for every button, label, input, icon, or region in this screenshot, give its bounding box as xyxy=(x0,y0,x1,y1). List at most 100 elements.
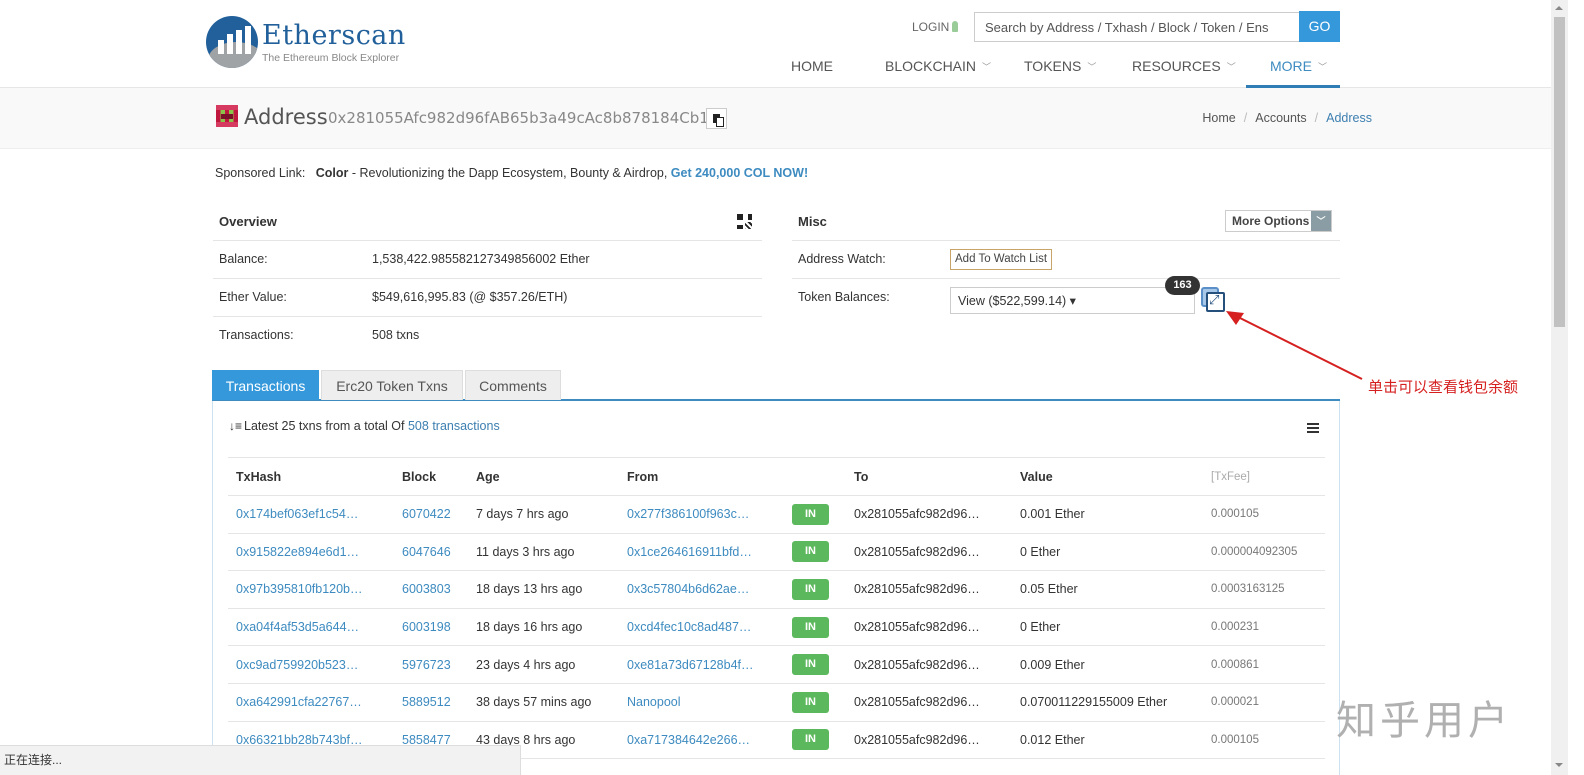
from-address-link-cell: 0x3c57804b6d62ae… xyxy=(619,570,784,609)
browser-status-bar: 正在连接... xyxy=(0,745,521,775)
from-address-link[interactable]: 0x277f386100f963c… xyxy=(627,507,749,521)
scroll-up-arrow-icon[interactable] xyxy=(1555,6,1563,10)
tx-hash-link[interactable]: 0xa04f4af53d5a644… xyxy=(236,620,359,634)
block-link-cell: 6047646 xyxy=(394,533,468,572)
hamburger-menu-icon[interactable] xyxy=(1307,423,1319,433)
block-link-cell: 5889512 xyxy=(394,683,468,722)
table-row: 0x97b395810fb120b… 6003803 18 days 13 hrs … xyxy=(228,570,1325,609)
from-address-link-cell: 0xcd4fec10c8ad487… xyxy=(619,608,784,647)
tx-age-cell: 38 days 57 mins ago xyxy=(468,683,619,722)
direction-badge-cell: IN xyxy=(784,721,846,760)
block-link[interactable]: 6070422 xyxy=(402,507,451,521)
tab-erc20-token-txns[interactable]: Erc20 Token Txns xyxy=(321,370,463,400)
scroll-down-arrow-icon[interactable] xyxy=(1555,763,1563,767)
brand-tagline: The Ethereum Block Explorer xyxy=(262,52,400,64)
tx-hash-link-cell: 0xa04f4af53d5a644… xyxy=(228,608,394,647)
breadcrumb-accounts[interactable]: Accounts xyxy=(1255,111,1306,125)
breadcrumb-home[interactable]: Home xyxy=(1202,111,1235,125)
to-address: 0x281055afc982d96… xyxy=(854,620,980,635)
from-address-link[interactable]: 0xcd4fec10c8ad487… xyxy=(627,620,751,634)
tx-hash-link[interactable]: 0xc9ad759920b523… xyxy=(236,658,358,672)
address-identicon xyxy=(216,105,238,127)
tab-transactions[interactable]: Transactions xyxy=(212,370,319,400)
direction-badge-cell: IN xyxy=(784,495,846,534)
tx-value: 0.012 Ether xyxy=(1020,732,1085,747)
sponsor-text: - Revolutionizing the Dapp Ecosystem, Bo… xyxy=(348,166,671,180)
etherscan-logo[interactable]: Etherscan The Ethereum Block Explorer xyxy=(206,16,426,72)
nav-blockchain[interactable]: BLOCKCHAIN ﹀ xyxy=(885,58,991,88)
token-balances-dropdown[interactable]: View ($522,599.14) ▾ xyxy=(950,287,1195,314)
breadcrumb-address[interactable]: Address xyxy=(1326,111,1372,125)
add-to-watch-list-button[interactable]: Add To Watch List xyxy=(950,249,1053,270)
block-link[interactable]: 6003803 xyxy=(402,582,451,596)
from-address-link[interactable]: 0xe81a73d67128b4f… xyxy=(627,658,754,672)
chevron-down-icon: ﹀ xyxy=(1318,62,1328,72)
block-link-cell: 6003198 xyxy=(394,608,468,647)
nav-resources[interactable]: RESOURCES ﹀ xyxy=(1132,58,1236,88)
col-value: Value xyxy=(1012,457,1203,496)
transactions-label: Transactions: xyxy=(219,328,294,342)
direction-badge: IN xyxy=(792,503,829,525)
tab-bar: Transactions Erc20 Token Txns Comments xyxy=(212,370,1340,401)
block-link[interactable]: 6003198 xyxy=(402,620,451,634)
tx-hash-link[interactable]: 0x97b395810fb120b… xyxy=(236,582,363,596)
to-address-cell: 0x281055afc982d96… xyxy=(846,495,1012,534)
search-go-button[interactable]: GO xyxy=(1299,11,1340,42)
nav-more-label: MORE xyxy=(1270,58,1312,74)
to-address: 0x281055afc982d96… xyxy=(854,657,980,672)
transactions-summary: ↓≡ Latest 25 txns from a total Of 508 tra… xyxy=(229,419,500,433)
tx-hash-link[interactable]: 0x915822e894e6d1… xyxy=(236,545,359,559)
direction-badge: IN xyxy=(792,541,829,563)
token-balances-label: Token Balances: xyxy=(798,290,890,304)
block-link[interactable]: 6047646 xyxy=(402,545,451,559)
brand-name: Etherscan xyxy=(262,20,406,51)
tx-value-cell: 0 Ether xyxy=(1012,533,1203,572)
tx-fee-cell: 0.000105 xyxy=(1203,495,1325,534)
tx-value: 0 Ether xyxy=(1020,544,1061,559)
direction-badge-cell: IN xyxy=(784,683,846,722)
from-address-link[interactable]: Nanopool xyxy=(627,695,681,709)
table-row: 0xa642991cfa22767… 5889512 38 days 57 mins… xyxy=(228,683,1325,722)
from-address-link-cell: 0xe81a73d67128b4f… xyxy=(619,645,784,684)
from-address-link-cell: 0x277f386100f963c… xyxy=(619,495,784,534)
tx-fee-cell: 0.000105 xyxy=(1203,721,1325,760)
to-address-cell: 0x281055afc982d96… xyxy=(846,608,1012,647)
nav-home[interactable]: HOME xyxy=(791,58,833,88)
site-header: Etherscan The Ethereum Block Explorer LO… xyxy=(0,0,1551,88)
block-link-cell: 6003803 xyxy=(394,570,468,609)
block-link[interactable]: 5889512 xyxy=(402,695,451,709)
tx-value: 0.05 Ether xyxy=(1020,582,1078,597)
tab-comments[interactable]: Comments xyxy=(465,370,561,400)
all-transactions-link[interactable]: 508 transactions xyxy=(408,419,500,433)
nav-tokens-label: TOKENS xyxy=(1024,58,1082,74)
from-address-link[interactable]: 0x1ce264616911bfd… xyxy=(627,545,752,559)
to-address: 0x281055afc982d96… xyxy=(854,732,980,747)
sponsor-cta-link[interactable]: Get 240,000 COL NOW! xyxy=(671,166,808,180)
to-address: 0x281055afc982d96… xyxy=(854,582,980,597)
copy-address-button[interactable] xyxy=(706,108,727,129)
col-age: Age xyxy=(468,457,619,496)
balance-label: Balance: xyxy=(219,252,268,266)
overview-title-text: Overview xyxy=(219,214,277,229)
more-options-dropdown[interactable]: More Options ﹀ xyxy=(1225,210,1332,232)
tx-hash-link[interactable]: 0xa642991cfa22767… xyxy=(236,695,362,709)
tx-fee: 0.000105 xyxy=(1211,733,1259,746)
from-address-link[interactable]: 0x3c57804b6d62ae… xyxy=(627,582,749,596)
col-direction xyxy=(784,457,846,496)
col-block: Block xyxy=(394,457,468,496)
scrollbar-thumb[interactable] xyxy=(1554,17,1565,327)
tx-hash-link[interactable]: 0x174bef063ef1c54… xyxy=(236,507,358,521)
search-input[interactable] xyxy=(974,12,1300,42)
from-address-link[interactable]: 0xa717384642e266… xyxy=(627,733,750,747)
block-link[interactable]: 5976723 xyxy=(402,658,451,672)
tx-hash-link-cell: 0x174bef063ef1c54… xyxy=(228,495,394,534)
tx-fee: 0.000861 xyxy=(1211,658,1259,671)
breadcrumb: Home / Accounts / Address xyxy=(1202,111,1372,125)
from-address-link-cell: Nanopool xyxy=(619,683,784,722)
nav-tokens[interactable]: TOKENS ﹀ xyxy=(1024,58,1096,88)
login-link[interactable]: LOGIN xyxy=(912,20,959,34)
vertical-scrollbar[interactable] xyxy=(1551,0,1568,775)
qr-code-icon[interactable] xyxy=(736,213,753,230)
nav-more[interactable]: MORE ﹀ xyxy=(1270,58,1327,88)
transactions-panel: ↓≡ Latest 25 txns from a total Of 508 tra… xyxy=(212,401,1340,775)
